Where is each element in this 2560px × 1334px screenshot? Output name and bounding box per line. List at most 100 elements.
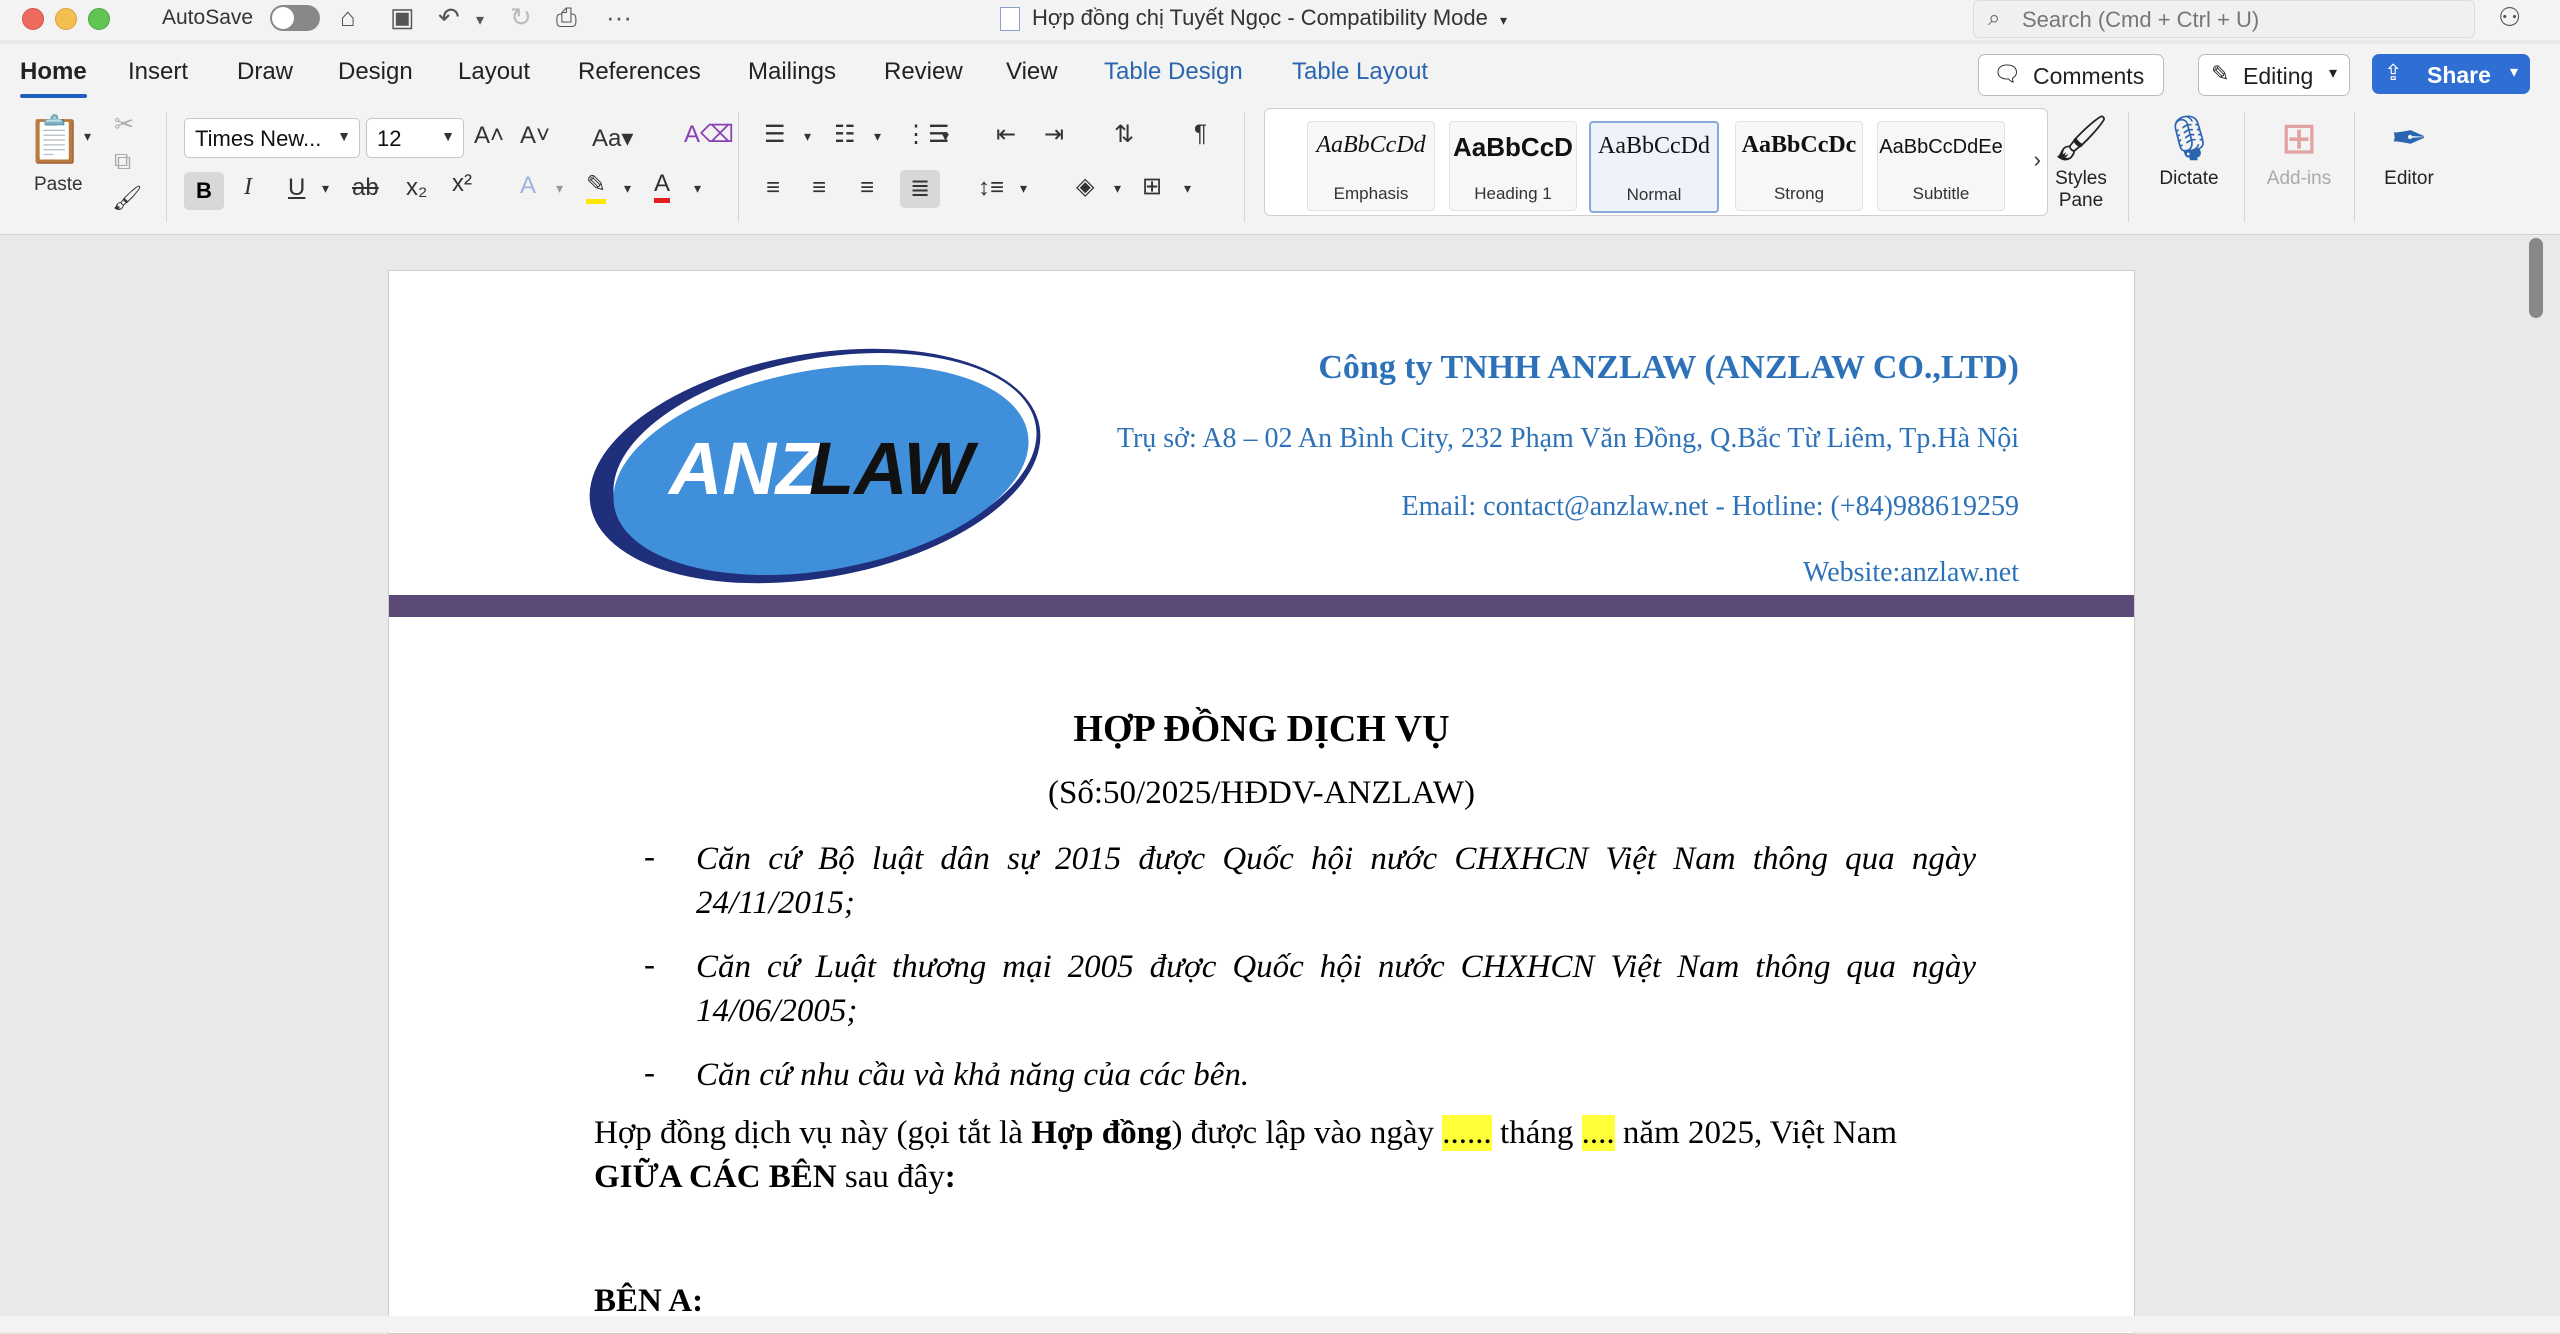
comments-label: Comments: [2033, 63, 2145, 89]
tab-review[interactable]: Review: [884, 58, 963, 86]
chevron-right-icon[interactable]: ›: [2034, 147, 2041, 173]
increase-indent-icon[interactable]: ⇥: [1044, 120, 1064, 149]
chevron-down-icon: ▾: [2509, 64, 2518, 81]
tab-view[interactable]: View: [1006, 58, 1058, 86]
align-left-icon[interactable]: ≡: [766, 174, 780, 202]
underline-dropdown-icon[interactable]: ▾: [322, 180, 329, 197]
tab-table-design[interactable]: Table Design: [1104, 58, 1243, 86]
font-size-select[interactable]: 12 ▼: [366, 118, 464, 158]
paste-dropdown-icon[interactable]: ▾: [84, 128, 91, 145]
style-subtitle[interactable]: AaBbCcDdEe Subtitle: [1877, 121, 2005, 211]
style-heading-1[interactable]: AaBbCcD Heading 1: [1449, 121, 1577, 211]
numbering-icon[interactable]: ☷: [834, 120, 856, 149]
print-icon[interactable]: ⎙: [556, 2, 577, 34]
font-size-value: 12: [377, 126, 402, 151]
para-bold: Hợp đồng: [1031, 1115, 1172, 1151]
addins-button[interactable]: ⊞ Add-ins: [2256, 110, 2342, 190]
dictate-button[interactable]: 🎙 Dictate: [2146, 110, 2232, 190]
clear-formatting-icon[interactable]: A⌫: [684, 120, 734, 149]
tab-mailings[interactable]: Mailings: [748, 58, 836, 86]
italic-button[interactable]: I: [244, 174, 252, 201]
search-box[interactable]: ⌕ Search (Cmd + Ctrl + U): [1973, 0, 2475, 38]
share-button[interactable]: ⇪ Share ▾: [2372, 54, 2530, 94]
share-icon: ⇪: [2384, 60, 2403, 85]
divider: [166, 112, 167, 222]
paste-icon[interactable]: 📋: [26, 112, 83, 167]
chevron-down-icon[interactable]: ▾: [942, 128, 949, 145]
chevron-down-icon[interactable]: ▾: [1020, 180, 1027, 197]
chevron-down-icon[interactable]: ▾: [624, 180, 631, 197]
editing-mode-button[interactable]: ✎ Editing ▾: [2198, 54, 2350, 96]
line-spacing-icon[interactable]: ↕≡: [978, 174, 1004, 202]
autosave-toggle[interactable]: [270, 5, 320, 31]
tab-table-layout[interactable]: Table Layout: [1292, 58, 1428, 86]
underline-button[interactable]: U: [288, 174, 305, 202]
sort-icon[interactable]: ⇅: [1114, 120, 1134, 149]
text-effects-icon[interactable]: A: [520, 172, 536, 200]
borders-icon[interactable]: ⊞: [1142, 172, 1162, 201]
superscript-icon[interactable]: x²: [452, 170, 472, 198]
tab-layout[interactable]: Layout: [458, 58, 530, 86]
chevron-down-icon[interactable]: ▾: [694, 180, 701, 197]
decrease-indent-icon[interactable]: ⇤: [996, 120, 1016, 149]
styles-pane-button[interactable]: 🖌 Styles Pane: [2048, 110, 2114, 212]
para-text: năm 2025, Việt Nam: [1614, 1115, 1898, 1151]
grow-font-icon[interactable]: A˄: [474, 122, 504, 150]
tab-draw[interactable]: Draw: [237, 58, 293, 86]
bullets-icon[interactable]: ☰: [764, 120, 786, 149]
justify-icon[interactable]: ≣: [900, 170, 940, 208]
chevron-down-icon[interactable]: ▾: [1114, 180, 1121, 197]
align-center-icon[interactable]: ≡: [812, 174, 826, 202]
intro-paragraph: Hợp đồng dịch vụ này (gọi tắt là Hợp đồn…: [594, 1111, 1976, 1199]
align-right-icon[interactable]: ≡: [860, 174, 874, 202]
shrink-font-icon[interactable]: A˅: [520, 122, 550, 150]
para-text: sau đây: [836, 1159, 945, 1195]
home-icon[interactable]: ⌂: [340, 2, 356, 33]
para-text: Hợp đồng dịch vụ này (gọi tắt là: [594, 1115, 1032, 1151]
style-emphasis[interactable]: AaBbCcDd Emphasis: [1307, 121, 1435, 211]
chevron-down-icon[interactable]: ▾: [804, 128, 811, 145]
highlight-color-icon[interactable]: ✎: [586, 170, 607, 204]
document-page[interactable]: ANZ LAW Công ty TNHH ANZLAW (ANZLAW CO.,…: [388, 270, 2135, 1334]
bold-button[interactable]: B: [184, 172, 224, 210]
cut-icon[interactable]: ✂: [114, 110, 134, 139]
undo-dropdown-icon[interactable]: ▾: [476, 10, 484, 30]
window-close-button[interactable]: [22, 8, 44, 30]
vertical-scrollbar[interactable]: [2526, 236, 2546, 1316]
scrollbar-thumb[interactable]: [2529, 238, 2543, 318]
para-bold-parties: GIỮA CÁC BÊN: [594, 1159, 837, 1195]
show-formatting-icon[interactable]: ¶: [1194, 120, 1207, 148]
strikethrough-button[interactable]: ab: [352, 174, 379, 202]
chevron-down-icon[interactable]: ▾: [1184, 180, 1191, 197]
tab-home[interactable]: Home: [20, 58, 87, 98]
company-address: Trụ sở: A8 – 02 An Bình City, 232 Phạm V…: [1116, 423, 2019, 454]
chevron-down-icon[interactable]: ▾: [874, 128, 881, 145]
tab-references[interactable]: References: [578, 58, 701, 86]
company-website: Website:anzlaw.net: [1803, 557, 2019, 588]
redo-icon[interactable]: ↻: [510, 2, 532, 33]
editor-button[interactable]: ✒ Editor: [2366, 110, 2452, 190]
para-text: tháng: [1491, 1115, 1582, 1151]
style-strong[interactable]: AaBbCcDc Strong: [1735, 121, 1863, 211]
window-minimize-button[interactable]: [55, 8, 77, 30]
divider: [2128, 112, 2129, 222]
undo-icon[interactable]: ↶: [438, 2, 460, 33]
font-color-icon[interactable]: A: [654, 170, 671, 203]
window-maximize-button[interactable]: [88, 8, 110, 30]
font-name-select[interactable]: Times New... ▼: [184, 118, 360, 158]
save-icon[interactable]: ▣: [390, 2, 415, 33]
paste-label[interactable]: Paste: [34, 174, 83, 196]
copy-icon[interactable]: ⧉: [114, 148, 131, 176]
shading-icon[interactable]: ◈: [1076, 172, 1094, 201]
change-case-icon[interactable]: Aa▾: [592, 124, 633, 153]
tab-insert[interactable]: Insert: [128, 58, 188, 86]
style-normal[interactable]: AaBbCcDd Normal: [1589, 121, 1719, 213]
account-icon[interactable]: ⚇: [2498, 2, 2521, 33]
chevron-down-icon[interactable]: ▾: [556, 180, 563, 197]
more-icon[interactable]: ···: [606, 2, 632, 33]
comments-button[interactable]: 🗨 Comments: [1978, 54, 2164, 96]
subscript-icon[interactable]: x₂: [406, 174, 427, 202]
document-title[interactable]: Hợp đồng chị Tuyết Ngọc - Compatibility …: [1000, 5, 1507, 32]
tab-design[interactable]: Design: [338, 58, 413, 86]
format-painter-icon[interactable]: 🖌: [112, 184, 142, 213]
